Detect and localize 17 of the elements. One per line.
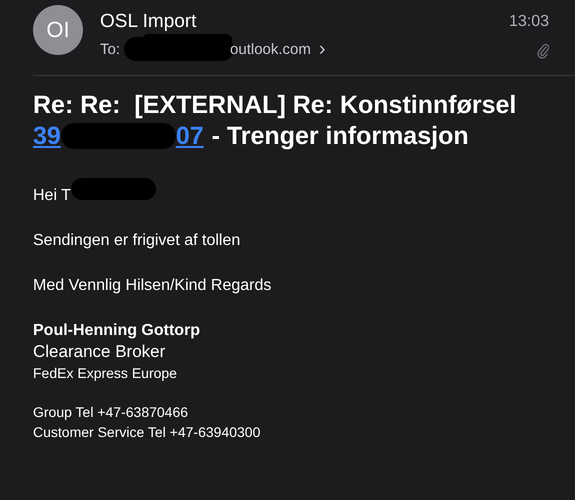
signature-line: Poul-Henning Gottorp xyxy=(33,322,200,339)
body-text: Med Vennlig Hilsen/Kind Regards xyxy=(33,276,272,295)
chevron-icon[interactable]: › xyxy=(318,42,326,56)
signature-line: FedEx Express Europe xyxy=(33,365,177,381)
subject-text: - Trenger informasjon xyxy=(212,122,469,150)
body-text: Sendingen er frigivet af tollen xyxy=(33,231,240,250)
recipient-address[interactable]: outlook.com xyxy=(230,40,311,58)
reference-link[interactable]: 39 07 xyxy=(33,122,204,150)
greeting-text: Hei T xyxy=(33,186,71,205)
signature-line: Group Tel +47-63870466 xyxy=(33,404,188,420)
subject-text: Re: Re: [EXTERNAL] Re: Konstinnførsel xyxy=(33,91,516,119)
signature-line: Customer Service Tel +47-63940300 xyxy=(33,424,260,440)
sender-name: OSL Import xyxy=(100,11,196,32)
time: 13:03 xyxy=(508,13,549,31)
to-label: To: xyxy=(100,40,120,58)
signature-line: Clearance Broker xyxy=(33,342,166,361)
avatar: OI xyxy=(33,5,83,55)
